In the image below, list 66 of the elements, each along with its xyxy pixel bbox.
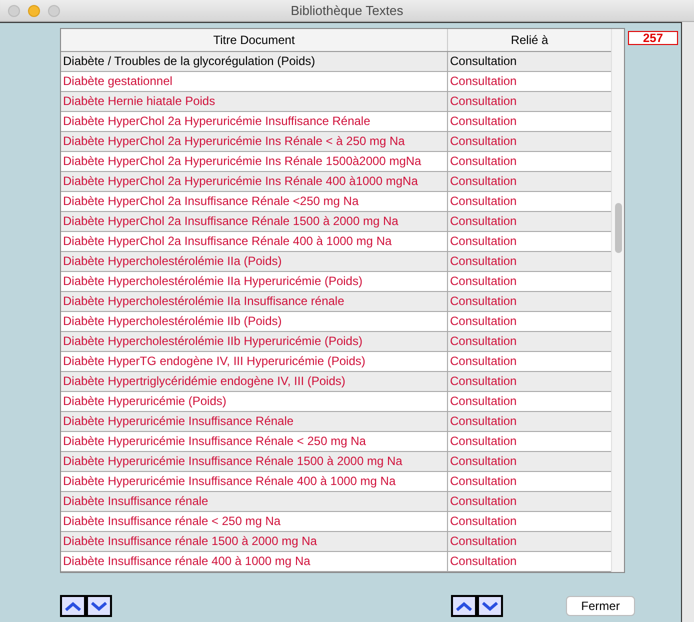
table-cell: Diabète Insuffisance rénale 1500 à 2000 mg Na xyxy=(61,532,448,551)
table-cell-text: Consultation xyxy=(449,453,518,470)
table-cell-text: Consultation xyxy=(449,53,518,70)
table-cell: Diabète Hernie hiatale Poids xyxy=(61,92,448,111)
count-badge: 257 xyxy=(628,31,678,45)
scrollbar-thumb[interactable] xyxy=(615,203,622,253)
table-cell-text: Consultation xyxy=(449,373,518,390)
table-cell-text: Consultation xyxy=(449,473,518,490)
table-cell: Diabète Hyperuricémie Insuffisance Rénale 400 à 1000 mg Na xyxy=(61,472,448,491)
chevron-up-icon xyxy=(65,602,81,610)
table-cell: Diabète HyperChol 2a Hyperuricémie Insuffisance Rénale xyxy=(61,112,448,131)
table-cell-text: Consultation xyxy=(449,333,518,350)
table-cell-text: Consultation xyxy=(449,393,518,410)
table-cell-text: Consultation xyxy=(449,513,518,530)
table-cell-text: Consultation xyxy=(449,73,518,90)
table-cell-text: Consultation xyxy=(449,173,518,190)
table-cell: Diabète Hyperuricémie Insuffisance Rénale < 250 mg Na xyxy=(61,432,448,451)
table-cell: Diabète Hypercholestérolémie IIa Hyperuricémie (Poids) xyxy=(61,272,448,291)
chevron-up-icon xyxy=(456,602,472,610)
table-cell: Diabète Insuffisance rénale xyxy=(61,492,448,511)
window-title: Bibliothèque Textes xyxy=(290,3,404,18)
table-cell: Diabète Hypercholestérolémie IIb (Poids) xyxy=(61,312,448,331)
scroll-up-button[interactable] xyxy=(451,595,477,617)
table-cell-text: Consultation xyxy=(449,293,518,310)
scroll-down-button[interactable] xyxy=(477,595,503,617)
table-cell: Diabète Hyperuricémie Insuffisance Rénale xyxy=(61,412,448,431)
table-cell-text: Consultation xyxy=(449,313,518,330)
table-cell-text: Consultation xyxy=(449,493,518,510)
table-cell: Diabète Hypercholestérolémie IIa Insuffisance rénale xyxy=(61,292,448,311)
table-cell: Diabète Hypercholestérolémie IIa (Poids) xyxy=(61,252,448,271)
table-cell: Diabète HyperChol 2a Hyperuricémie Ins Rénale 1500à2000 mgNa xyxy=(61,152,448,171)
table-cell: Diabète HyperTG endogène IV, III Hyperuricémie (Poids) xyxy=(61,352,448,371)
table-cell: Diabète HyperChol 2a Hyperuricémie Ins Rénale < à 250 mg Na xyxy=(61,132,448,151)
table-cell-text: Consultation xyxy=(449,553,518,570)
table-cell: Diabète Insuffisance rénale < 250 mg Na xyxy=(61,512,448,531)
scroll-up-button[interactable] xyxy=(60,595,86,617)
table-cell-text: Consultation xyxy=(449,133,518,150)
table-cell-text: Consultation xyxy=(449,233,518,250)
table-cell-text: Consultation xyxy=(449,433,518,450)
scroll-down-button[interactable] xyxy=(86,595,112,617)
table-cell-text: Consultation xyxy=(449,113,518,130)
column-header[interactable]: Relié à xyxy=(448,29,611,51)
close-button[interactable]: Fermer xyxy=(566,596,635,616)
table-cell: Diabète HyperChol 2a Insuffisance Rénale <250 mg Na xyxy=(61,192,448,211)
table-cell: Diabète HyperChol 2a Insuffisance Rénale 1500 à 2000 mg Na xyxy=(61,212,448,231)
table-cell-text: Consultation xyxy=(449,533,518,550)
table-cell-text: Consultation xyxy=(449,93,518,110)
table-cell-text: Consultation xyxy=(449,193,518,210)
table-cell: Diabète HyperChol 2a Insuffisance Rénale 400 à 1000 mg Na xyxy=(61,232,448,251)
table-cell-text: Consultation xyxy=(449,153,518,170)
table-cell: Diabète Hyperuricémie (Poids) xyxy=(61,392,448,411)
table-cell-text: Consultation xyxy=(449,413,518,430)
table-cell: Diabète / Troubles de la glycorégulation (Poids) xyxy=(61,52,448,71)
table-cell-text: Consultation xyxy=(449,213,518,230)
table-cell: Diabète Insuffisance rénale 400 à 1000 mg Na xyxy=(61,552,448,571)
chevron-down-icon xyxy=(91,602,107,610)
table-cell: Diabète Hyperuricémie Insuffisance Rénale 1500 à 2000 mg Na xyxy=(61,452,448,471)
table-cell: Diabète HyperChol 2a Hyperuricémie Ins Rénale 400 à1000 mgNa xyxy=(61,172,448,191)
table-cell-text: Consultation xyxy=(449,253,518,270)
table-cell: Diabète Hypertriglycéridémie endogène IV, III (Poids) xyxy=(61,372,448,391)
table-cell: Diabète Hypercholestérolémie IIb Hyperuricémie (Poids) xyxy=(61,332,448,351)
table-cell-text: Consultation xyxy=(449,353,518,370)
table-cell: Diabète gestationnel xyxy=(61,72,448,91)
column-header[interactable]: Titre Document xyxy=(61,29,448,51)
chevron-down-icon xyxy=(482,602,498,610)
table-cell-text: Consultation xyxy=(449,273,518,290)
